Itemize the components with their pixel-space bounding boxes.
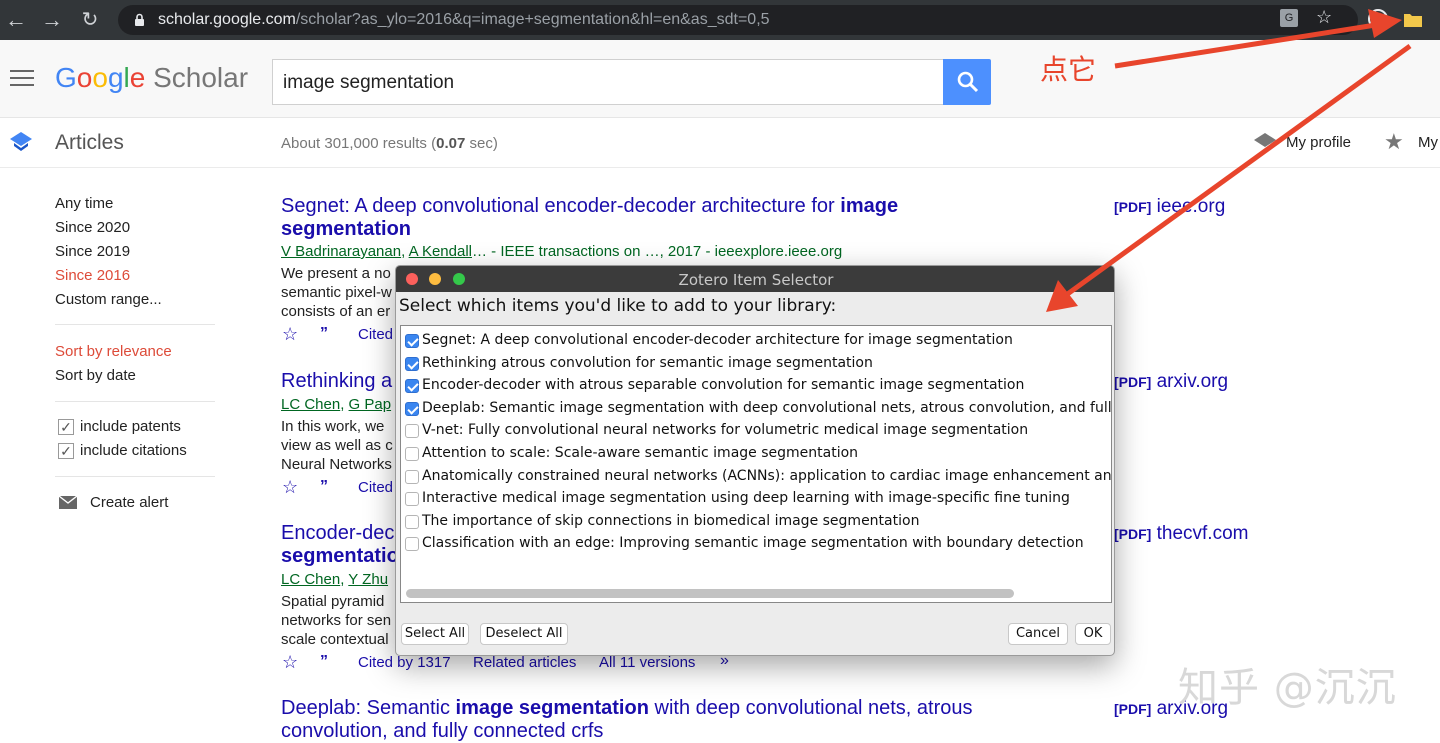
annotation-arrowhead <box>1046 280 1078 312</box>
annotation-arrowhead <box>1368 9 1402 38</box>
annotation-text: 点它 <box>1040 53 1097 86</box>
annotation-arrow-line <box>1114 21 1383 69</box>
annotation-arrows <box>1046 9 1412 312</box>
watermark: 知乎 @沉沉 <box>1178 665 1397 711</box>
annotation-arrow-line <box>1060 43 1412 301</box>
